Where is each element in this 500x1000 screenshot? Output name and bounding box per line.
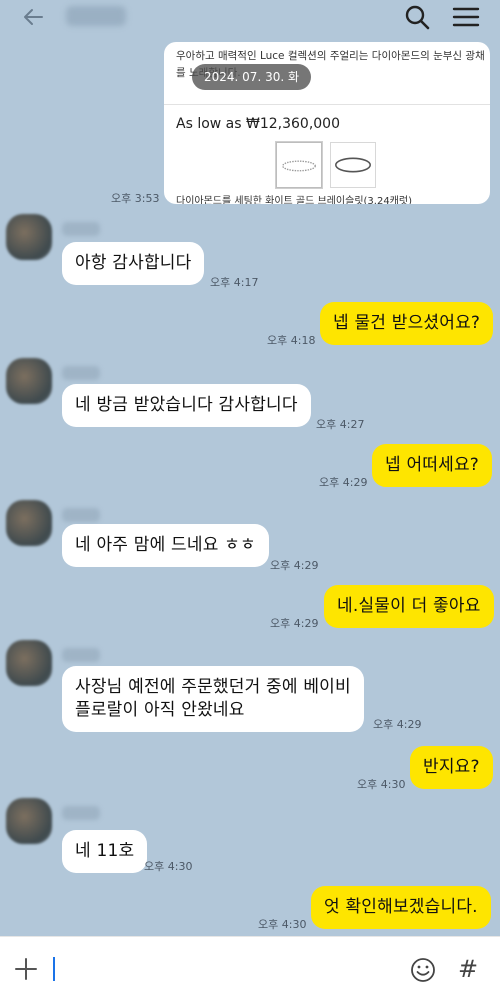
hashtag-icon[interactable]: # <box>458 955 482 983</box>
search-icon[interactable] <box>404 4 430 30</box>
arrow-left-icon[interactable] <box>22 6 44 28</box>
outgoing-message: 엇 확인해보겠습니다. <box>311 886 491 929</box>
emoji-icon[interactable] <box>410 957 436 983</box>
message-time: 오후 4:30 <box>258 918 307 931</box>
message-time: 오후 4:29 <box>270 617 319 630</box>
chat-header <box>0 0 500 34</box>
avatar[interactable] <box>6 214 52 260</box>
message-time: 오후 4:30 <box>144 860 193 873</box>
message-time: 오후 4:30 <box>357 778 406 791</box>
incoming-message: 네 11호 <box>62 830 148 873</box>
message-time: 오후 4:29 <box>319 476 368 489</box>
sender-name-blurred <box>62 222 100 236</box>
avatar[interactable] <box>6 500 52 546</box>
incoming-message: 아항 감사합니다 <box>62 242 205 285</box>
message-input-bar: # <box>0 936 500 1000</box>
chat-title-blurred <box>66 6 126 26</box>
outgoing-message: 넵 어떠세요? <box>372 444 493 487</box>
chat-message-list[interactable]: 우아하고 매력적인 Luce 컬렉션의 주얼리는 다이아몬드의 눈부신 광채를 … <box>0 34 500 936</box>
message-time: 오후 4:17 <box>210 276 259 289</box>
message-time: 오후 4:18 <box>267 334 316 347</box>
text-cursor <box>53 957 55 981</box>
outgoing-message: 넵 물건 받으셨어요? <box>320 302 494 345</box>
product-price: As low as ₩12,360,000 <box>176 116 341 132</box>
message-time: 오후 4:29 <box>270 559 319 572</box>
sender-name-blurred <box>62 366 100 380</box>
avatar[interactable] <box>6 640 52 686</box>
incoming-message: 네 아주 맘에 드네요 ㅎㅎ <box>62 524 269 567</box>
message-input[interactable] <box>60 953 390 985</box>
message-time: 오후 3:53 <box>111 192 160 205</box>
incoming-message: 사장님 예전에 주문했던거 중에 베이비 플로랄이 아직 안왔네요 <box>62 666 364 732</box>
hamburger-menu-icon[interactable] <box>452 6 480 28</box>
avatar[interactable] <box>6 798 52 844</box>
date-divider: 2024. 07. 30. 화 <box>192 64 312 90</box>
incoming-message: 네 방금 받았습니다 감사합니다 <box>62 384 311 427</box>
product-thumbnail-1[interactable] <box>276 142 322 188</box>
message-time: 오후 4:27 <box>316 418 365 431</box>
message-time: 오후 4:29 <box>373 718 422 731</box>
outgoing-message: 반지요? <box>410 746 493 789</box>
plus-icon[interactable] <box>14 957 38 981</box>
sender-name-blurred <box>62 508 100 522</box>
outgoing-message: 네.실물이 더 좋아요 <box>324 585 494 628</box>
sender-name-blurred <box>62 648 100 662</box>
product-caption: 다이아몬드를 세팅한 화이트 골드 브레이슬릿(3.24캐럿) <box>176 196 412 204</box>
sender-name-blurred <box>62 806 100 820</box>
product-thumbnail-2[interactable] <box>330 142 376 188</box>
bracelet-image <box>335 157 371 173</box>
card-divider <box>164 104 490 105</box>
bracelet-image <box>282 160 316 172</box>
avatar[interactable] <box>6 358 52 404</box>
